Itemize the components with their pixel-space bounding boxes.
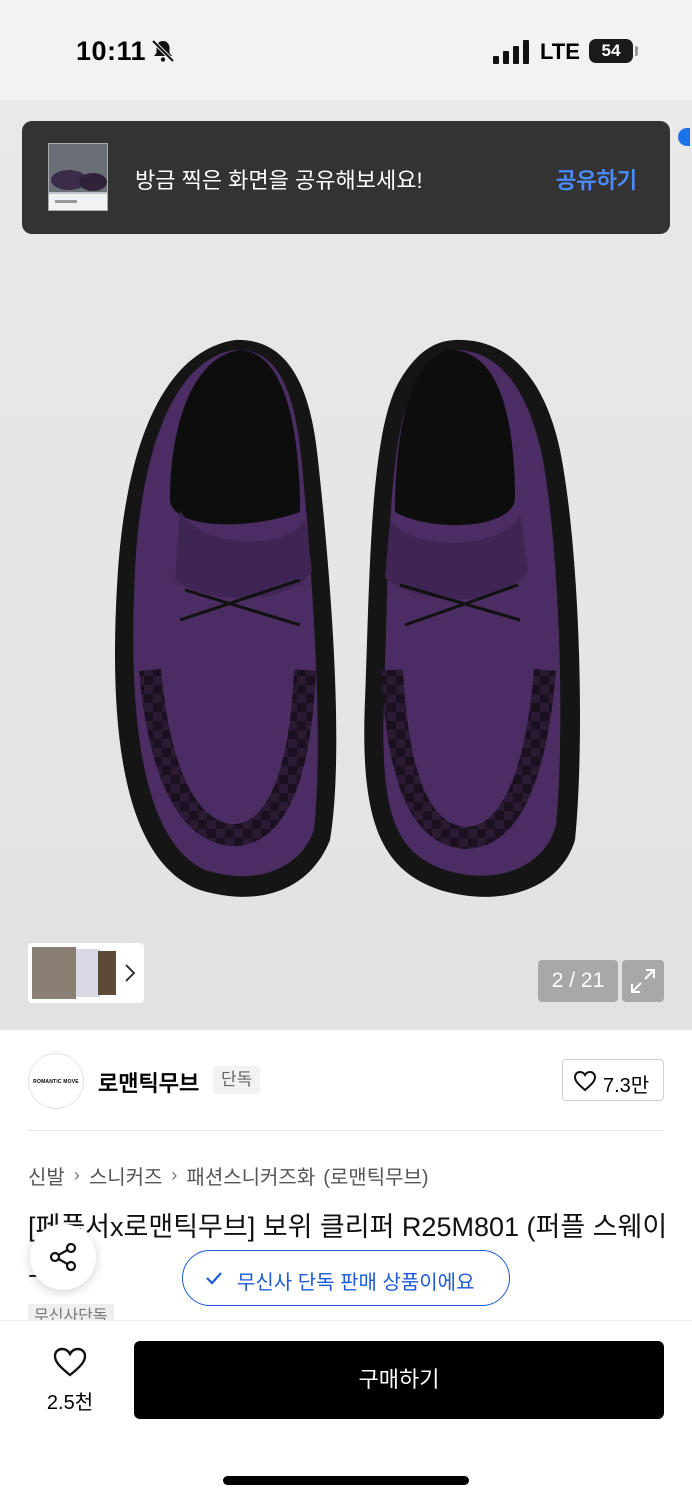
network-label: LTE (540, 39, 580, 64)
shoes-illustration (114, 339, 580, 897)
signal-icon (493, 40, 529, 64)
divider (28, 1130, 664, 1131)
thumbnail-image[interactable] (76, 949, 100, 997)
check-icon (206, 1272, 222, 1285)
heart-icon (573, 1070, 597, 1092)
brand-logo[interactable]: ROMANTIC MOVE (28, 1053, 84, 1109)
breadcrumb: 신발 › 스니커즈 › 패션스니커즈화 (로맨틱무브) (28, 1160, 429, 1190)
home-indicator[interactable] (223, 1476, 469, 1485)
brand-logo-text: ROMANTIC MOVE (33, 1079, 79, 1085)
battery-cap (635, 46, 638, 56)
brand-like-count: 7.3만 (603, 1075, 650, 1097)
battery-icon: 54 (589, 39, 633, 63)
exclusive-badge: 단독 (213, 1066, 261, 1094)
image-thumbnail-strip[interactable] (28, 943, 144, 1003)
breadcrumb-item[interactable]: 패션스니커즈화 (186, 1161, 315, 1190)
thumbnail-image[interactable] (32, 947, 76, 999)
share-icon (49, 1242, 77, 1272)
breadcrumb-item[interactable]: 스니커즈 (89, 1161, 163, 1190)
status-bar: 10:11 LTE 54 (0, 0, 692, 100)
exclusive-notice-text: 무신사 단독 판매 상품이에요 (237, 1272, 475, 1294)
brand-name[interactable]: 로맨틱무브 (98, 1066, 199, 1098)
breadcrumb-item[interactable]: 신발 (28, 1161, 65, 1190)
notification-dot (678, 128, 690, 146)
status-time: 10:11 (76, 36, 147, 66)
share-toast: 방금 찍은 화면을 공유해보세요! 공유하기 (22, 121, 670, 234)
thumbnail-image[interactable] (98, 951, 116, 995)
product-image[interactable] (0, 100, 692, 1030)
exclusive-notice: 무신사 단독 판매 상품이에요 (182, 1250, 510, 1306)
expand-icon (631, 969, 655, 993)
expand-button[interactable] (622, 960, 664, 1002)
chevron-right-icon: › (73, 1164, 80, 1185)
wishlist-heart-icon[interactable] (52, 1346, 88, 1378)
wishlist-count: 2.5천 (46, 1392, 94, 1414)
image-page-counter: 2 / 21 (538, 960, 618, 1002)
screenshot-thumbnail[interactable] (48, 143, 108, 211)
chevron-right-icon (125, 964, 136, 982)
breadcrumb-brand[interactable]: (로맨틱무브) (323, 1161, 428, 1190)
buy-button[interactable]: 구매하기 (134, 1341, 664, 1419)
brand-like-button[interactable]: 7.3만 (562, 1059, 664, 1101)
toast-message: 방금 찍은 화면을 공유해보세요! (135, 168, 423, 193)
share-button[interactable] (30, 1224, 96, 1290)
bell-muted-icon (151, 39, 175, 63)
toast-share-button[interactable]: 공유하기 (556, 163, 637, 195)
chevron-right-icon: › (171, 1164, 178, 1185)
